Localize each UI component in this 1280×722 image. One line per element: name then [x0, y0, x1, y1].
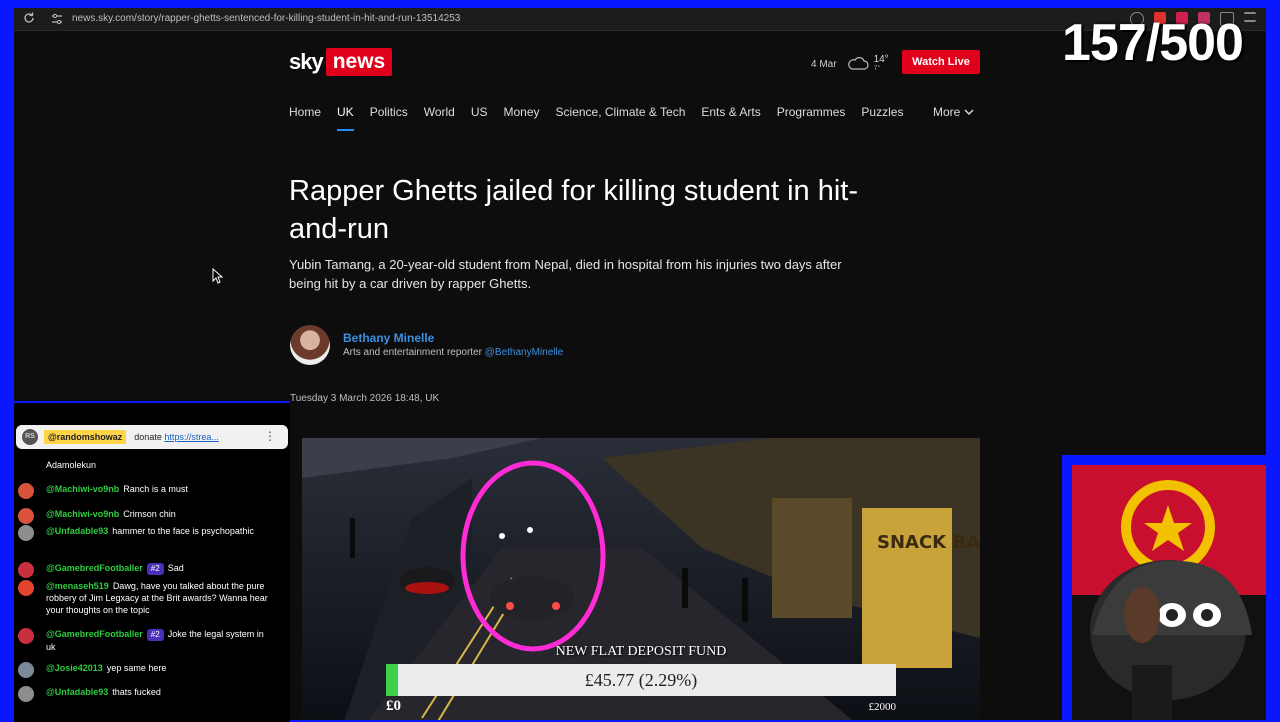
chat-message: @Unfadable93 thats fucked [18, 686, 274, 702]
author-role-text: Arts and entertainment reporter [343, 347, 482, 358]
menu-icon[interactable] [1244, 12, 1256, 22]
chat-text: Adamolekun [46, 460, 97, 470]
chat-message-body: @GamebredFootballer #2 Joke the legal syst… [46, 628, 274, 653]
live-chat-panel: RS @randomshowaz donate https://strea...… [14, 401, 290, 722]
pinned-label: donate [134, 432, 162, 442]
chat-message-body: @menaseh519 Dawg, have you talked about t… [46, 580, 274, 616]
chat-username[interactable]: @Machiwi-vo9nb [46, 509, 119, 519]
chat-message: @Josie42013 yep same here [18, 662, 274, 678]
pinned-message[interactable]: RS @randomshowaz donate https://strea...… [16, 425, 288, 449]
nav-item-politics[interactable]: Politics [370, 103, 408, 133]
pinned-username: @randomshowaz [44, 430, 127, 444]
pinned-avatar: RS [22, 429, 38, 445]
nav-item-puzzles[interactable]: Puzzles [861, 103, 903, 133]
chat-avatar[interactable] [18, 525, 34, 541]
chat-avatar[interactable] [18, 562, 34, 578]
chat-avatar[interactable] [18, 483, 34, 499]
reload-icon[interactable] [22, 11, 36, 25]
chat-message: @Machiwi-vo9nb Crimson chin [18, 508, 274, 524]
nav-more-button[interactable]: More [933, 103, 974, 121]
fund-amount: £45.77 (2.29%) [584, 670, 698, 690]
chat-text: Sad [167, 563, 184, 573]
chat-message-body: @Josie42013 yep same here [46, 662, 274, 674]
chat-avatar[interactable] [18, 686, 34, 702]
watch-live-button[interactable]: Watch Live [902, 50, 980, 74]
url-text[interactable]: news.sky.com/story/rapper-ghetts-sentenc… [72, 13, 460, 24]
webcam-feed [1072, 465, 1266, 720]
pinned-link[interactable]: https://strea... [164, 432, 219, 442]
angola-flag-backdrop [1072, 465, 1266, 720]
site-settings-icon[interactable] [50, 12, 64, 26]
chat-text: hammer to the face is psychopathic [112, 526, 254, 536]
snack-bar-sign: SNACK BAR [877, 532, 980, 553]
chat-text: Crimson chin [123, 509, 176, 519]
chat-avatar[interactable] [18, 662, 34, 678]
nav-item-uk[interactable]: UK [337, 103, 354, 133]
chat-message: @GamebredFootballer #2 Joke the legal syst… [18, 628, 274, 653]
pinned-text: donate https://strea... [134, 432, 219, 442]
chat-message: @GamebredFootballer #2 Sad [18, 562, 274, 578]
chat-message: Adamolekun [18, 459, 274, 475]
fund-title: NEW FLAT DEPOSIT FUND [555, 644, 727, 659]
chat-username[interactable]: @GamebredFootballer [46, 629, 143, 639]
chat-message: @Unfadable93 hammer to the face is psycho… [18, 525, 274, 541]
chat-avatar[interactable] [18, 459, 34, 475]
chat-text: Ranch is a must [123, 484, 188, 494]
fund-max: £2000 [868, 701, 897, 713]
webcam-overlay [1062, 455, 1266, 720]
author-role: Arts and entertainment reporter @Bethany… [343, 347, 563, 358]
nav-more-label: More [933, 105, 961, 119]
author-avatar[interactable] [290, 325, 330, 365]
chat-username[interactable]: @Unfadable93 [46, 687, 108, 697]
chat-avatar[interactable] [18, 628, 34, 644]
chevron-down-icon [964, 109, 974, 115]
main-nav: Home UK Politics World US Money Science, Clima… [289, 103, 919, 133]
nav-item-programmes[interactable]: Programmes [777, 103, 846, 133]
chat-username[interactable]: @Machiwi-vo9nb [46, 484, 119, 494]
logo-sky-text: sky [289, 49, 324, 74]
crown-badge: #2 [146, 563, 164, 575]
nav-item-home[interactable]: Home [289, 103, 321, 133]
fund-min: £0 [386, 698, 401, 714]
chat-text: yep same here [106, 663, 167, 673]
nav-item-money[interactable]: Money [504, 103, 540, 133]
chat-avatar[interactable] [18, 508, 34, 524]
article-headline: Rapper Ghetts jailed for killing student… [289, 175, 859, 245]
nav-item-us[interactable]: US [471, 103, 488, 133]
author-handle-link[interactable]: @BethanyMinelle [485, 347, 564, 358]
chat-text: thats fucked [112, 687, 161, 697]
sky-news-logo[interactable]: sky news [289, 48, 393, 76]
temp-high: 14° [873, 54, 889, 65]
progress-counter: 157/500 [1062, 14, 1244, 72]
chat-username[interactable]: @menaseh519 [46, 581, 109, 591]
chat-message-body: @Machiwi-vo9nb Crimson chin [46, 508, 274, 520]
cloud-icon [847, 57, 869, 70]
chat-message: @Machiwi-vo9nb Ranch is a must [18, 483, 274, 499]
chat-message-body: @Machiwi-vo9nb Ranch is a must [46, 483, 274, 495]
temp-low: 7° [873, 65, 881, 72]
chat-message-body: @Unfadable93 hammer to the face is psycho… [46, 525, 274, 537]
weather-date: 4 Mar [811, 58, 837, 70]
article-date: Tuesday 3 March 2026 18:48, UK [290, 393, 440, 404]
nav-item-science-climate-tech[interactable]: Science, Climate & Tech [556, 103, 686, 133]
crown-badge: #2 [146, 629, 164, 641]
author-name-link[interactable]: Bethany Minelle [343, 331, 434, 345]
nav-item-world[interactable]: World [424, 103, 455, 133]
chat-message: @menaseh519 Dawg, have you talked about t… [18, 580, 274, 616]
donation-goal-widget: NEW FLAT DEPOSIT FUND £45.77 (2.29%) £0 … [386, 640, 896, 720]
logo-news-text: news [325, 48, 393, 76]
chat-username[interactable]: @GamebredFootballer [46, 563, 143, 573]
more-options-icon[interactable]: ⋮ [264, 429, 276, 443]
chat-avatar[interactable] [18, 580, 34, 596]
article-standfirst: Yubin Tamang, a 20-year-old student from… [289, 257, 842, 291]
chat-username[interactable]: @Unfadable93 [46, 526, 108, 536]
weather-temps: 14° 7° [874, 55, 889, 73]
weather-widget[interactable]: 4 Mar 14° 7° [811, 55, 889, 73]
chat-message-body: @Unfadable93 thats fucked [46, 686, 274, 698]
mouse-cursor-icon [212, 268, 224, 284]
nav-item-ents-arts[interactable]: Ents & Arts [701, 103, 760, 133]
chat-message-body: @GamebredFootballer #2 Sad [46, 562, 274, 575]
chat-message-body: Adamolekun [46, 459, 274, 471]
chat-username[interactable]: @Josie42013 [46, 663, 103, 673]
